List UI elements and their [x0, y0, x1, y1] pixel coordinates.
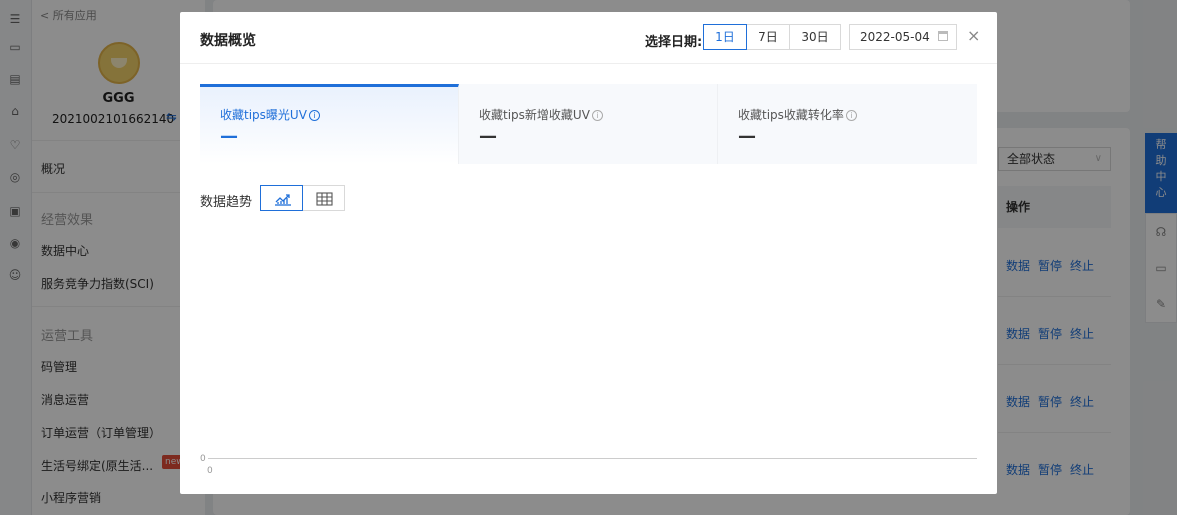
info-icon[interactable]: i [308, 110, 320, 121]
trend-chart: 0 0 [200, 454, 977, 476]
metric-value: — [479, 126, 497, 147]
data-overview-modal: 数据概览 选择日期: 1日 7日 30日 2022-05-04 × 收藏tips… [180, 12, 997, 494]
date-option-30d[interactable]: 30日 [789, 24, 841, 50]
modal-header: 数据概览 选择日期: 1日 7日 30日 2022-05-04 × [180, 12, 997, 64]
metric-value: — [738, 126, 756, 147]
metric-card-exposure-uv[interactable]: 收藏tips曝光UV i — [200, 84, 459, 164]
date-label: 选择日期: [645, 35, 703, 50]
trend-label: 数据趋势 [200, 195, 253, 210]
x-axis-tick: 0 [207, 466, 213, 476]
view-toggle [260, 185, 345, 211]
metric-card-new-favorite-uv[interactable]: 收藏tips新增收藏UV i — [459, 84, 718, 164]
line-chart-button[interactable] [260, 185, 303, 211]
y-axis-tick: 0 [200, 454, 206, 464]
metric-value: — [220, 126, 238, 147]
date-range-group: 1日 7日 30日 [703, 24, 841, 50]
calendar-icon [938, 31, 948, 41]
modal-title: 数据概览 [200, 33, 256, 49]
line-chart-icon [275, 194, 291, 206]
close-icon[interactable]: × [967, 26, 980, 45]
info-icon[interactable]: i [845, 110, 857, 121]
metric-cards: 收藏tips曝光UV i — 收藏tips新增收藏UV i — 收藏tips收藏转化… [200, 84, 977, 164]
table-icon [316, 192, 333, 206]
metric-card-conversion-rate[interactable]: 收藏tips收藏转化率 i — [718, 84, 977, 164]
date-option-7d[interactable]: 7日 [746, 24, 790, 50]
info-icon[interactable]: i [591, 110, 603, 121]
table-view-button[interactable] [302, 185, 345, 211]
date-option-1d[interactable]: 1日 [703, 24, 747, 50]
date-picker[interactable]: 2022-05-04 [849, 24, 957, 50]
